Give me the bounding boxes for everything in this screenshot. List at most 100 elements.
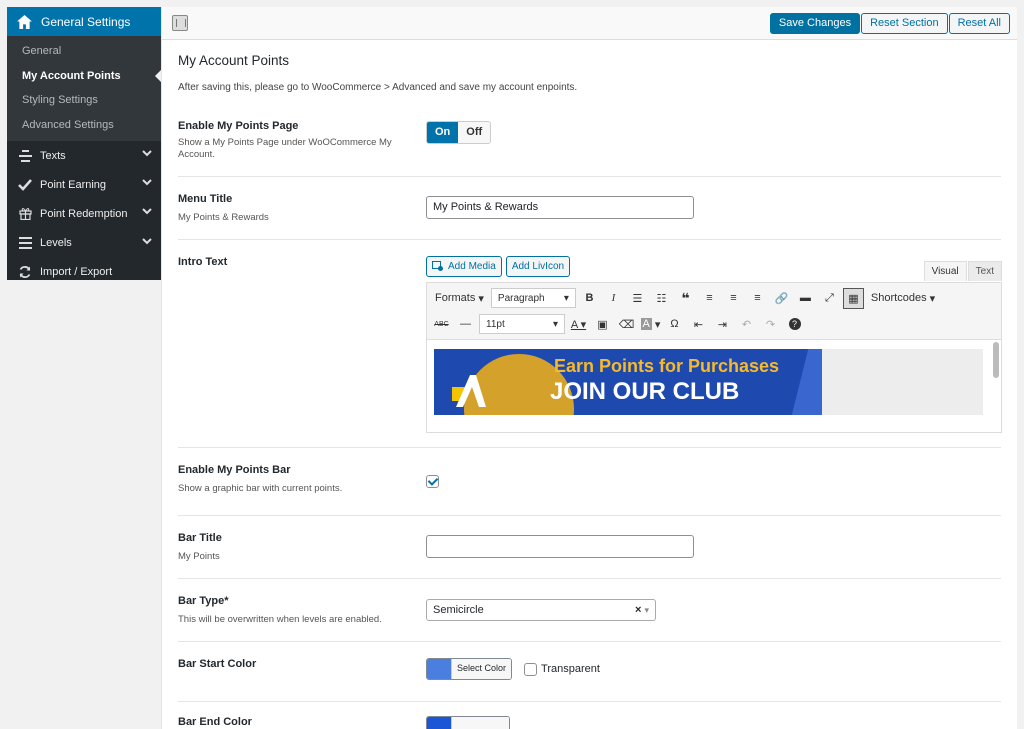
transparent-checkbox[interactable] <box>524 662 538 676</box>
editor-content-area[interactable]: Earn Points for Purchases JOIN OUR CLUB <box>427 340 1001 432</box>
field-row-bar-start-color: Bar Start Color Select Color Transparent <box>178 642 1001 702</box>
field-description: My Points & Rewards <box>178 212 269 223</box>
select-color-label: Select Color <box>451 659 512 679</box>
clear-icon[interactable]: × <box>635 604 641 616</box>
field-label: Enable My Points Page <box>178 120 299 132</box>
tab-visual[interactable]: Visual <box>923 261 967 281</box>
help-icon[interactable]: ? <box>784 314 805 335</box>
blockquote-icon[interactable]: ❝ <box>675 288 696 309</box>
paste-text-icon[interactable]: ▣ <box>592 314 613 335</box>
bar-type-value: Semicircle <box>433 604 484 616</box>
sidebar-item-label: Levels <box>40 237 72 250</box>
shortcodes-dropdown[interactable]: Shortcodes ▾ <box>867 288 939 309</box>
banner-headline: Earn Points for Purchases <box>554 356 780 376</box>
club-logo-icon <box>452 375 486 407</box>
media-icon <box>432 261 443 271</box>
sidebar-sub-general[interactable]: General <box>7 39 161 64</box>
undo-icon[interactable]: ↶ <box>736 314 757 335</box>
fullscreen-icon[interactable]: ⤢ <box>819 288 840 309</box>
banner-subheadline: JOIN OUR CLUB <box>550 378 740 405</box>
horizontal-line-icon[interactable]: — <box>455 314 476 335</box>
formats-dropdown[interactable]: Formats ▾ <box>431 288 488 309</box>
menu-title-input[interactable]: My Points & Rewards <box>426 196 694 219</box>
section-description: After saving this, please go to WooComme… <box>178 82 578 93</box>
field-label: Bar End Color <box>178 716 252 728</box>
reset-section-button[interactable]: Reset Section <box>861 13 948 34</box>
bar-title-input[interactable] <box>426 535 694 558</box>
select-color-label <box>451 717 509 729</box>
outdent-icon[interactable]: ⇤ <box>688 314 709 335</box>
text-icon <box>17 148 33 164</box>
bullet-list-icon[interactable]: ☰ <box>627 288 648 309</box>
editor-mode-tabs: Visual Text <box>923 261 1002 281</box>
background-color-icon[interactable]: A ▾ <box>640 314 661 335</box>
text-color-icon[interactable]: A ▾ <box>568 314 589 335</box>
sidebar-item-point-earning[interactable]: Point Earning <box>7 170 161 199</box>
sidebar-item-point-redemption[interactable]: Point Redemption <box>7 199 161 228</box>
enable-bar-checkbox[interactable] <box>426 475 439 488</box>
link-icon[interactable]: 🔗 <box>771 288 792 309</box>
save-changes-button[interactable]: Save Changes <box>769 13 861 34</box>
toggle-off-option[interactable]: Off <box>458 122 491 143</box>
field-row-bar-title: Bar Title My Points <box>178 516 1001 579</box>
sidebar-item-texts[interactable]: Texts <box>7 141 161 170</box>
bar-start-color-picker[interactable]: Select Color <box>426 658 513 680</box>
font-size-select[interactable]: 11pt ▾ <box>479 314 565 334</box>
sidebar-sub-styling-settings[interactable]: Styling Settings <box>7 88 161 113</box>
align-left-icon[interactable]: ≡ <box>699 288 720 309</box>
sidebar-item-general-settings[interactable]: General Settings <box>7 7 161 36</box>
sidebar-sub-my-account-points[interactable]: My Account Points <box>7 64 161 89</box>
read-more-icon[interactable]: ▬ <box>795 288 816 309</box>
formats-label: Formats <box>435 292 476 304</box>
bar-end-color-picker[interactable] <box>426 716 510 729</box>
options-topbar: Save Changes Reset Section Reset All <box>162 7 1017 40</box>
toggle-on-option[interactable]: On <box>427 122 459 143</box>
sidebar-sub-advanced-settings[interactable]: Advanced Settings <box>7 113 161 138</box>
strikethrough-icon[interactable]: ABC <box>431 314 452 335</box>
list-icon <box>17 235 33 251</box>
toolbar-toggle-icon[interactable]: ▦ <box>842 287 864 309</box>
field-label: Bar Title <box>178 532 222 544</box>
editor-box: Formats ▾ Paragraph ▾ B I ☰ ☷ ❝ ≡ ≡ ≡ 🔗 ▬ <box>426 282 1002 433</box>
paragraph-label: Paragraph <box>497 292 545 304</box>
caret-down-icon: ▾ <box>644 605 649 615</box>
editor-scrollbar[interactable] <box>993 342 999 378</box>
caret-down-icon: ▾ <box>563 292 569 304</box>
sidebar-item-label: Texts <box>40 149 66 162</box>
redo-icon[interactable]: ↷ <box>760 314 781 335</box>
numbered-list-icon[interactable]: ☷ <box>651 288 672 309</box>
reset-all-button[interactable]: Reset All <box>948 13 1010 34</box>
paragraph-select[interactable]: Paragraph ▾ <box>490 288 576 308</box>
field-description: Show a My Points Page under WoOCommerce … <box>178 137 392 160</box>
topbar-actions: Save Changes Reset Section Reset All <box>769 13 1010 34</box>
gift-icon <box>17 206 33 222</box>
chevron-down-icon <box>142 179 152 186</box>
special-character-icon[interactable]: Ω <box>664 314 685 335</box>
field-label: Menu Title <box>178 193 233 205</box>
align-right-icon[interactable]: ≡ <box>747 288 768 309</box>
bold-icon[interactable]: B <box>579 288 600 309</box>
transparent-label: Transparent <box>541 663 600 675</box>
chevron-down-icon <box>142 237 152 244</box>
settings-content: My Account Points After saving this, ple… <box>162 53 1017 729</box>
bar-type-select[interactable]: Semicircle × ▾ <box>426 599 656 621</box>
color-swatch <box>427 717 451 729</box>
sidebar-item-levels[interactable]: Levels <box>7 229 161 258</box>
add-media-button[interactable]: Add Media <box>426 256 502 277</box>
clear-formatting-icon[interactable]: ⌫ <box>616 314 637 335</box>
enable-page-toggle[interactable]: On Off <box>426 121 492 144</box>
color-swatch <box>427 659 451 679</box>
field-label: Enable My Points Bar <box>178 464 291 476</box>
italic-icon[interactable]: I <box>603 288 624 309</box>
add-livicon-button[interactable]: Add LivIcon <box>505 256 571 277</box>
tab-text[interactable]: Text <box>967 261 1002 281</box>
sidebar-item-label: Point Earning <box>40 178 107 191</box>
align-center-icon[interactable]: ≡ <box>723 288 744 309</box>
sidebar-item-import-export[interactable]: Import / Export <box>7 258 161 287</box>
field-description: Show a graphic bar with current points. <box>178 483 343 494</box>
layout-toggle-icon[interactable] <box>172 15 188 31</box>
home-icon <box>17 14 32 29</box>
sidebar-submenu: General My Account Points Styling Settin… <box>7 36 161 141</box>
banner-corner-shape <box>789 349 822 415</box>
indent-icon[interactable]: ⇥ <box>712 314 733 335</box>
